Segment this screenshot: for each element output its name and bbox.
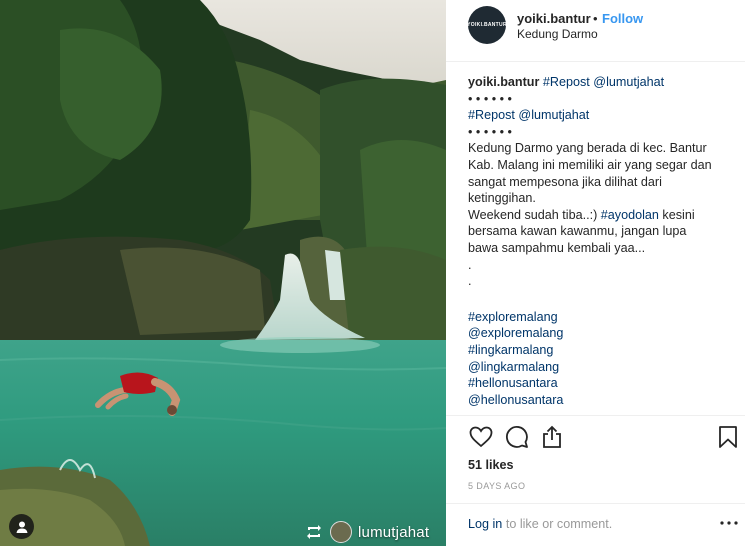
waterfall-photo-image — [0, 0, 446, 546]
caption-line: #Repost @lumutjahat — [468, 107, 736, 124]
caption-line: #lingkarmalang — [468, 342, 736, 359]
caption-text: . — [468, 257, 472, 272]
share-icon — [543, 425, 561, 448]
action-bar — [468, 424, 740, 450]
caption-hashtag-link[interactable]: #ayodolan — [601, 208, 659, 222]
login-link[interactable]: Log in — [468, 517, 502, 531]
follow-button[interactable]: Follow — [602, 11, 643, 26]
post-date[interactable]: 5 DAYS AGO — [468, 481, 525, 491]
header-separator: • — [593, 11, 598, 26]
repost-watermark: lumutjahat — [304, 520, 429, 544]
caption-text: ketinggihan. — [468, 191, 536, 206]
caption-hashtag-link[interactable]: #Repost @lumutjahat — [543, 75, 664, 89]
share-button[interactable] — [539, 424, 565, 450]
username-link[interactable]: yoiki.bantur — [517, 11, 591, 26]
caption-line: • • • • • • — [468, 124, 736, 141]
more-options-icon — [720, 521, 738, 525]
more-options-button[interactable] — [719, 516, 739, 530]
post-caption: yoiki.bantur #Repost @lumutjahat • • • • … — [468, 74, 736, 408]
caption-line: #hellonusantara — [468, 375, 736, 392]
comment-icon — [506, 426, 528, 448]
caption-text: bersama kawan kawanmu, jangan lupa — [468, 224, 687, 239]
caption-hashtag-link[interactable]: #exploremalang — [468, 310, 558, 324]
caption-line: @exploremalang — [468, 325, 736, 342]
caption-line: bawa sampahmu kembali yaa... — [468, 240, 736, 257]
person-icon — [16, 521, 27, 533]
caption-line: sangat mempesona jika dilihat dari — [468, 174, 736, 191]
caption-text: . — [468, 274, 472, 289]
caption-line: bersama kawan kawanmu, jangan lupa — [468, 223, 736, 240]
caption-hashtag-link[interactable]: @lingkarmalang — [468, 360, 559, 374]
repost-avatar — [330, 521, 352, 543]
caption-line: @hellonusantara — [468, 392, 736, 409]
caption-text: Kedung Darmo yang berada di kec. Bantur — [468, 141, 707, 156]
location-link[interactable]: Kedung Darmo — [517, 27, 598, 41]
caption-line: Kab. Malang ini memiliki air yang segar … — [468, 157, 736, 174]
comment-prompt: Log in to like or comment. — [468, 517, 612, 531]
divider — [446, 503, 745, 504]
post-sidebar: YOIKI.BANTUR yoiki.bantur • Follow Kedun… — [446, 0, 745, 546]
caption-text: • • • • • • — [468, 91, 512, 106]
caption-gap — [468, 290, 736, 309]
caption-text: sangat mempesona jika dilihat dari — [468, 174, 662, 189]
caption-line: • • • • • • — [468, 91, 736, 108]
divider — [446, 415, 745, 416]
caption-hashtag-link[interactable]: @hellonusantara — [468, 393, 563, 407]
caption-line: Weekend sudah tiba..:) #ayodolan kesini — [468, 207, 736, 224]
like-button[interactable] — [468, 424, 494, 450]
caption-line: ketinggihan. — [468, 190, 736, 207]
caption-hashtag-link[interactable]: @exploremalang — [468, 326, 563, 340]
caption-text: • • • • • • — [468, 124, 512, 139]
caption-text: bawa sampahmu kembali yaa... — [468, 240, 646, 255]
caption-line: #exploremalang — [468, 309, 736, 326]
caption-line: . — [468, 257, 736, 274]
user-tag-button[interactable] — [9, 514, 34, 539]
comment-prompt-text: to like or comment. — [502, 517, 613, 531]
post-header: YOIKI.BANTUR yoiki.bantur • Follow Kedun… — [446, 0, 745, 62]
caption-line: Kedung Darmo yang berada di kec. Bantur — [468, 140, 736, 157]
caption-line: yoiki.bantur #Repost @lumutjahat — [468, 74, 736, 91]
avatar[interactable]: YOIKI.BANTUR — [467, 6, 507, 44]
avatar-logo-text: YOIKI.BANTUR — [467, 22, 507, 28]
repost-username: lumutjahat — [358, 523, 430, 541]
repost-icon — [307, 525, 321, 539]
caption-hashtag-link[interactable]: #hellonusantara — [468, 376, 558, 390]
caption-line: . — [468, 273, 736, 290]
heart-icon — [469, 426, 493, 448]
likes-count[interactable]: 51 likes — [468, 458, 514, 472]
caption-text: Kab. Malang ini memiliki air yang segar … — [468, 157, 712, 172]
caption-text: kesini — [658, 207, 695, 222]
caption-hashtag-link[interactable]: #Repost @lumutjahat — [468, 108, 589, 122]
caption-line: @lingkarmalang — [468, 359, 736, 376]
bookmark-icon — [719, 426, 737, 448]
post-photo[interactable]: lumutjahat — [0, 0, 446, 546]
caption-username[interactable]: yoiki.bantur — [468, 75, 539, 89]
caption-hashtag-link[interactable]: #lingkarmalang — [468, 343, 553, 357]
save-button[interactable] — [715, 424, 741, 450]
comment-button[interactable] — [504, 424, 530, 450]
caption-text: Weekend sudah tiba..:) — [468, 207, 598, 222]
